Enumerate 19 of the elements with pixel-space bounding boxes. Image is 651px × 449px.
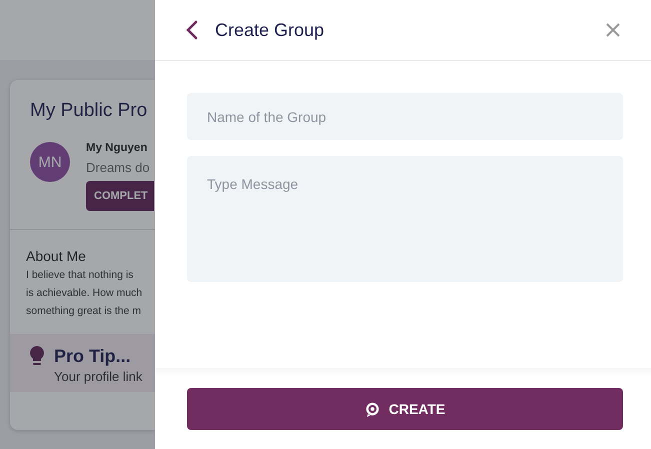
tip-title: Pro Tip... — [54, 346, 132, 367]
user-bio: Dreams do — [86, 160, 151, 175]
lightbulb-icon — [30, 346, 44, 366]
user-name: My Nguyen — [86, 142, 148, 154]
about-text: I believe that nothing is — [26, 268, 134, 282]
complete-profile-button[interactable]: COMPLET — [86, 181, 154, 211]
close-button[interactable] — [605, 22, 621, 38]
drawer-title: Create Group — [215, 20, 326, 40]
back-button[interactable] — [185, 20, 199, 40]
about-text: is achievable. How much — [26, 286, 144, 300]
avatar: MN — [30, 142, 70, 182]
message-field[interactable]: Type Message — [187, 156, 623, 282]
about-heading: About Me — [26, 248, 87, 264]
about-text: something great is the m — [26, 304, 142, 318]
card-title: My Public Pro — [29, 99, 148, 122]
tip-text: Your profile link — [54, 369, 142, 384]
chat-bubble-icon — [364, 402, 380, 416]
create-button[interactable]: CREATE — [187, 388, 623, 430]
group-name-field[interactable]: Name of the Group — [187, 93, 623, 140]
